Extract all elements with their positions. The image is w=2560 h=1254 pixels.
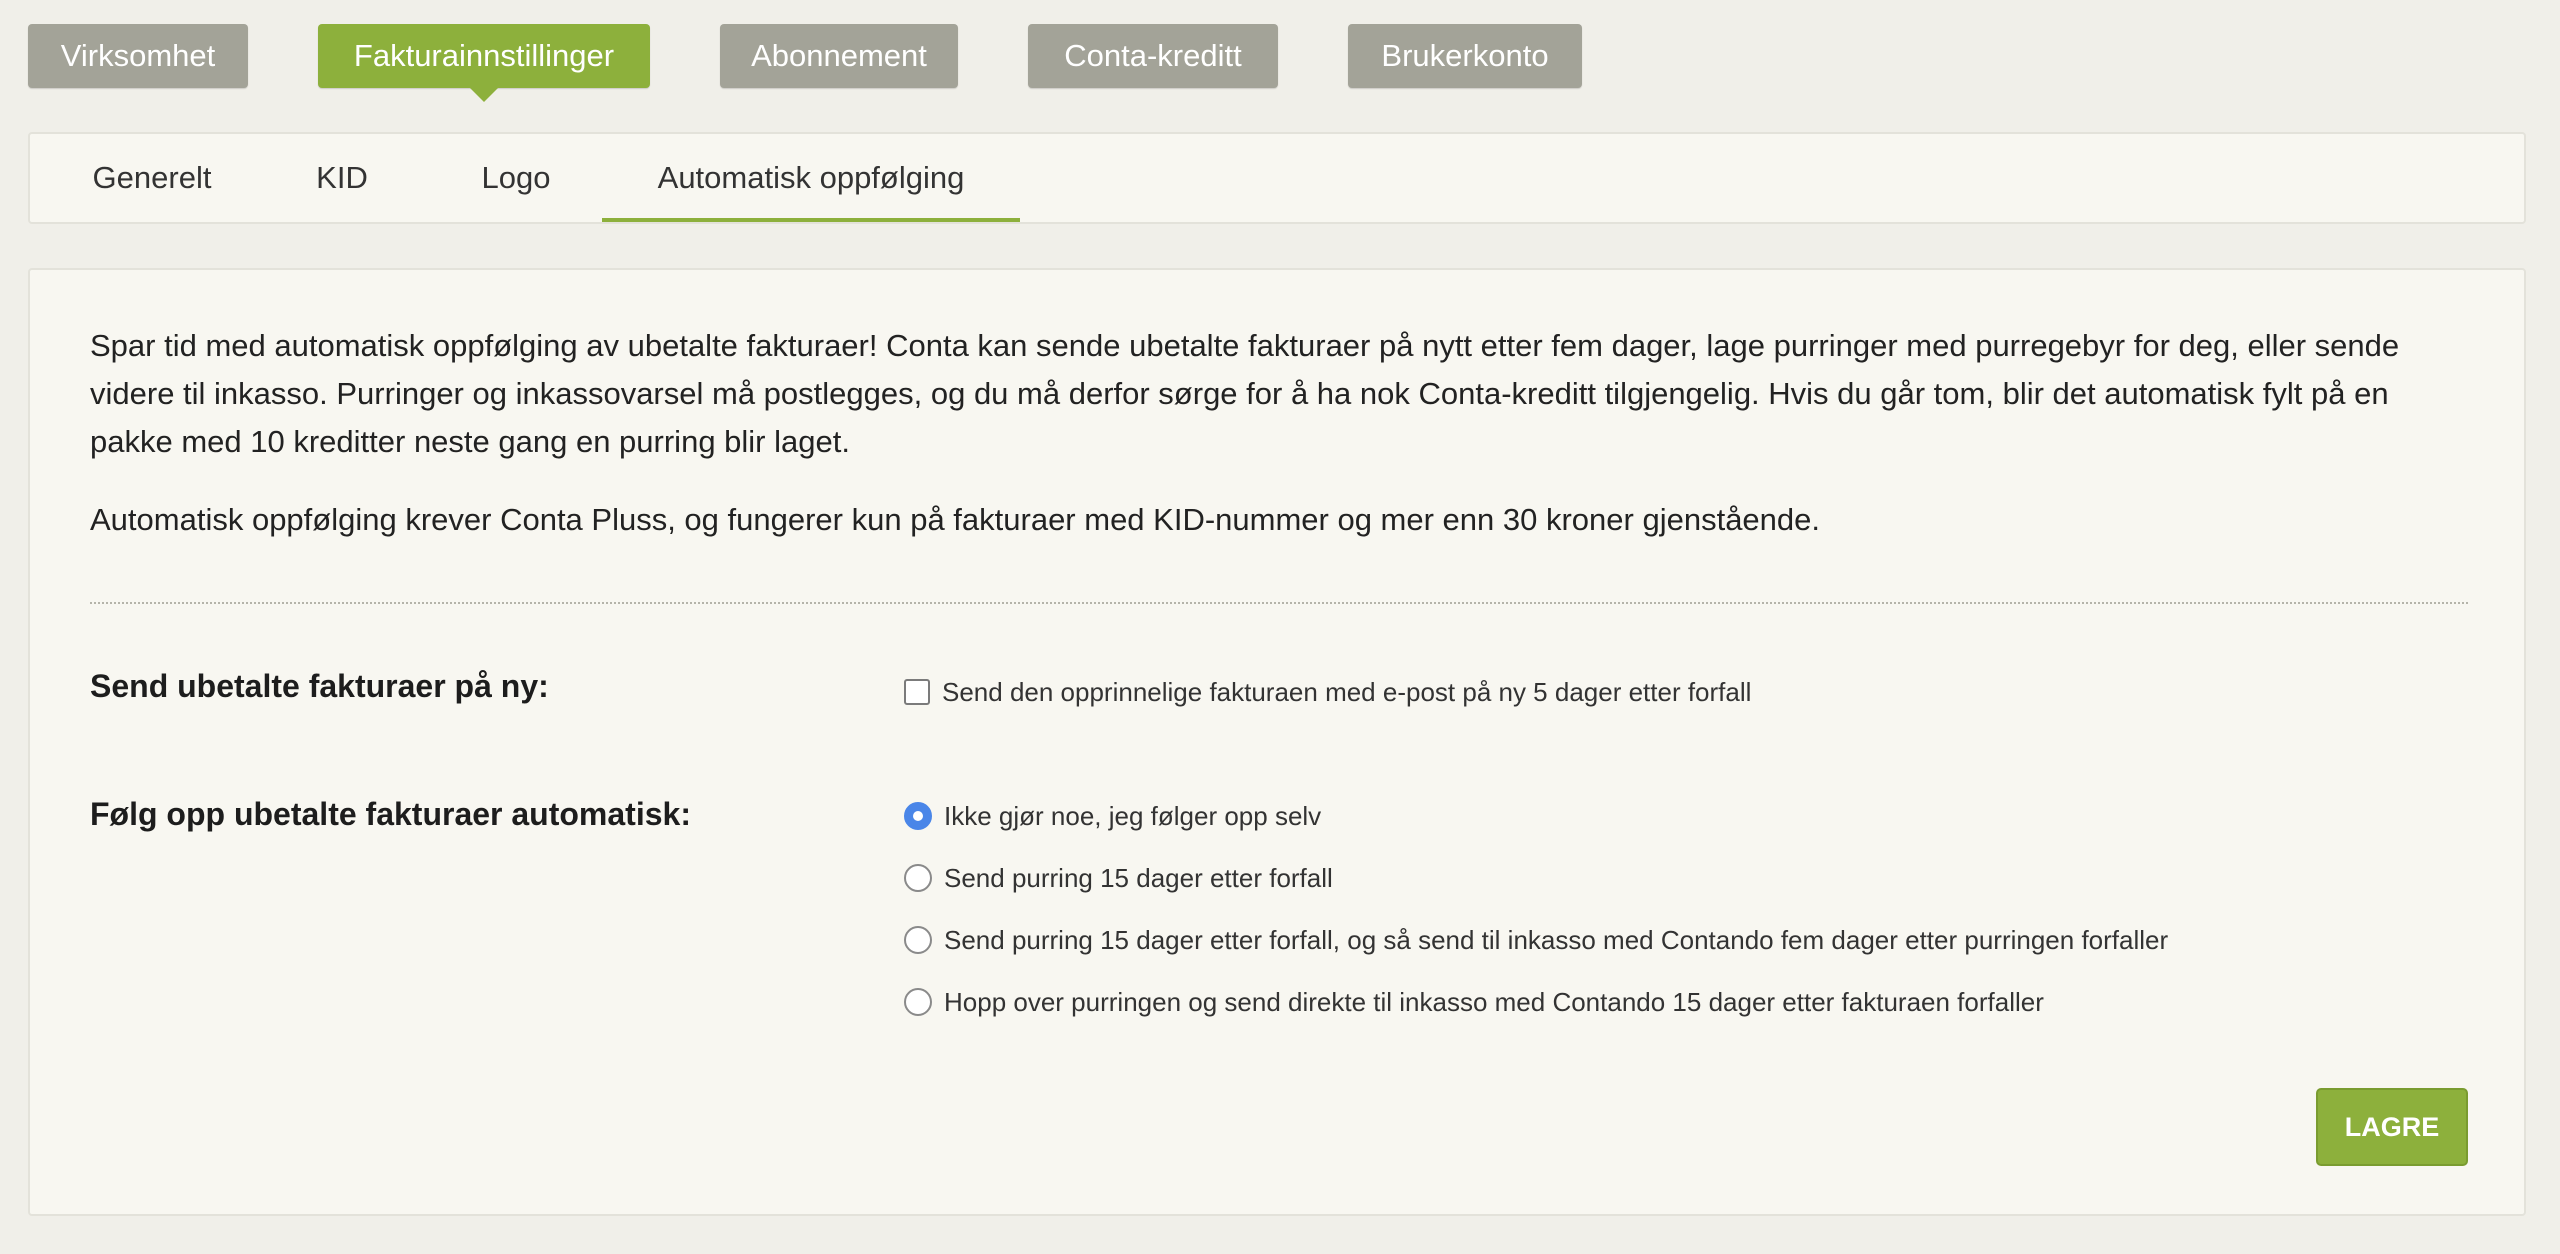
tab-fakturainnstillinger[interactable]: Fakturainnstillinger <box>318 24 650 102</box>
subtab-generelt[interactable]: Generelt <box>82 134 222 222</box>
tab-brukerkonto[interactable]: Brukerkonto <box>1348 24 1582 88</box>
followup-option-label: Send purring 15 dager etter forfall <box>944 862 1333 893</box>
followup-option-label: Hopp over purringen og send direkte til … <box>944 986 2044 1017</box>
followup-option-label: Send purring 15 dager etter forfall, og … <box>944 924 2169 955</box>
followup-label: Følg opp ubetalte fakturaer automatisk: <box>90 796 691 832</box>
resend-option[interactable]: Send den opprinnelige fakturaen med e-po… <box>904 674 1751 710</box>
requirement-text: Automatisk oppfølging krever Conta Pluss… <box>90 502 1821 537</box>
settings-panel: Spar tid med automatisk oppfølging av ub… <box>28 268 2526 1216</box>
followup-option-direct-collection[interactable]: Hopp over purringen og send direkte til … <box>904 984 2044 1020</box>
settings-sub-navigation: Generelt KID Logo Automatisk oppfølging <box>28 132 2526 224</box>
divider <box>90 602 2468 604</box>
subtab-kid[interactable]: KID <box>302 134 382 222</box>
intro-text: Spar tid med automatisk oppfølging av ub… <box>90 328 2400 459</box>
followup-option-reminder[interactable]: Send purring 15 dager etter forfall <box>904 860 1333 896</box>
tab-conta-kreditt[interactable]: Conta-kreditt <box>1028 24 1278 88</box>
tab-virksomhet[interactable]: Virksomhet <box>28 24 248 88</box>
radio-send-reminder[interactable] <box>904 864 932 892</box>
followup-option-none[interactable]: Ikke gjør noe, jeg følger opp selv <box>904 798 1321 834</box>
radio-do-nothing[interactable] <box>904 802 932 830</box>
radio-direct-collection[interactable] <box>904 988 932 1016</box>
tab-abonnement[interactable]: Abonnement <box>720 24 958 88</box>
subtab-logo[interactable]: Logo <box>466 134 566 222</box>
subtab-automatisk-oppfolging[interactable]: Automatisk oppfølging <box>602 134 1020 222</box>
top-navigation: Virksomhet Fakturainnstillinger Abonneme… <box>0 0 2560 110</box>
resend-checkbox[interactable] <box>904 679 930 705</box>
resend-checkbox-label: Send den opprinnelige fakturaen med e-po… <box>942 676 1752 707</box>
followup-option-reminder-collection[interactable]: Send purring 15 dager etter forfall, og … <box>904 922 2168 958</box>
followup-option-label: Ikke gjør noe, jeg følger opp selv <box>944 800 1322 831</box>
resend-label: Send ubetalte fakturaer på ny: <box>90 668 549 704</box>
save-button[interactable]: LAGRE <box>2316 1088 2468 1166</box>
radio-reminder-then-collection[interactable] <box>904 926 932 954</box>
